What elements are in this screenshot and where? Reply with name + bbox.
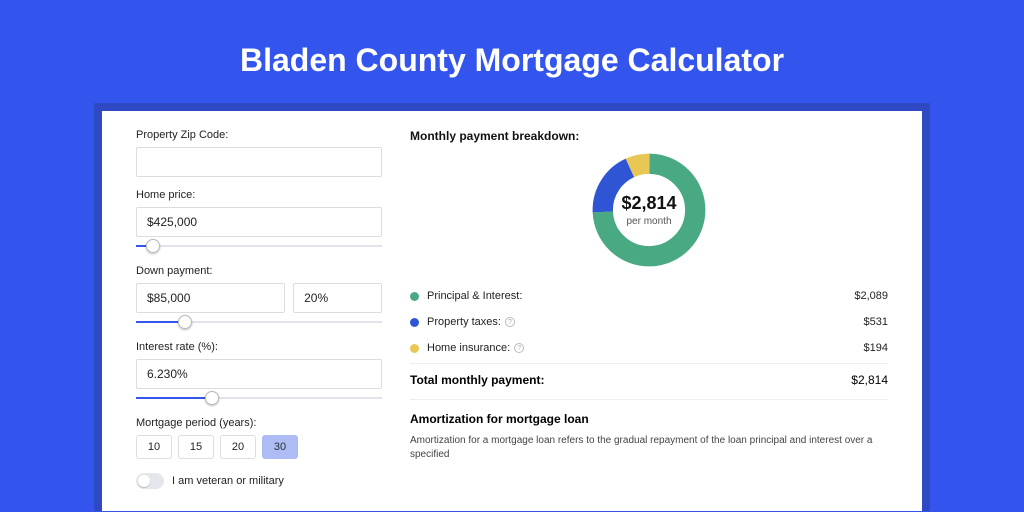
legend-dot-icon <box>410 318 419 327</box>
legend-label-text: Home insurance: <box>427 342 510 354</box>
interest-slider[interactable] <box>136 391 382 405</box>
veteran-label: I am veteran or military <box>172 475 284 487</box>
calculator-card: Property Zip Code: Home price: Down paym… <box>102 111 922 511</box>
form-panel: Property Zip Code: Home price: Down paym… <box>136 129 382 511</box>
down-payment-amount-input[interactable] <box>136 283 285 313</box>
period-option-15[interactable]: 15 <box>178 435 214 459</box>
breakdown-title: Monthly payment breakdown: <box>410 129 888 143</box>
donut-amount: $2,814 <box>621 193 676 214</box>
period-group: Mortgage period (years): 10152030 <box>136 417 382 459</box>
amortization-title: Amortization for mortgage loan <box>410 412 888 426</box>
down-payment-slider[interactable] <box>136 315 382 329</box>
interest-label: Interest rate (%): <box>136 341 382 353</box>
legend-label: Property taxes:? <box>427 316 864 328</box>
legend-list: Principal & Interest: $2,089 Property taxe… <box>410 283 888 361</box>
veteran-row: I am veteran or military <box>136 473 382 489</box>
page-title: Bladen County Mortgage Calculator <box>0 0 1024 103</box>
legend-row: Home insurance:?$194 <box>410 335 888 361</box>
total-value: $2,814 <box>851 373 888 387</box>
home-price-label: Home price: <box>136 189 382 201</box>
period-options: 10152030 <box>136 435 382 459</box>
legend-row: Property taxes:?$531 <box>410 309 888 335</box>
period-option-10[interactable]: 10 <box>136 435 172 459</box>
breakdown-panel: Monthly payment breakdown: $2,814 per mo… <box>410 129 888 511</box>
total-label: Total monthly payment: <box>410 373 851 387</box>
home-price-input[interactable] <box>136 207 382 237</box>
legend-dot-icon <box>410 292 419 301</box>
legend-label: Home insurance:? <box>427 342 864 354</box>
interest-group: Interest rate (%): <box>136 341 382 405</box>
legend-value: $2,089 <box>854 290 888 302</box>
legend-dot-icon <box>410 344 419 353</box>
home-price-group: Home price: <box>136 189 382 253</box>
total-row: Total monthly payment: $2,814 <box>410 363 888 387</box>
down-payment-group: Down payment: <box>136 265 382 329</box>
zip-group: Property Zip Code: <box>136 129 382 177</box>
legend-label-text: Property taxes: <box>427 316 501 328</box>
legend-value: $194 <box>864 342 888 354</box>
zip-input[interactable] <box>136 147 382 177</box>
interest-input[interactable] <box>136 359 382 389</box>
legend-label: Principal & Interest: <box>427 290 854 302</box>
amortization-section: Amortization for mortgage loan Amortizat… <box>410 399 888 462</box>
period-option-30[interactable]: 30 <box>262 435 298 459</box>
legend-label-text: Principal & Interest: <box>427 290 522 302</box>
info-icon[interactable]: ? <box>505 317 515 327</box>
period-label: Mortgage period (years): <box>136 417 382 429</box>
outer-band: Property Zip Code: Home price: Down paym… <box>94 103 930 511</box>
donut-chart: $2,814 per month <box>410 149 888 271</box>
home-price-slider[interactable] <box>136 239 382 253</box>
legend-value: $531 <box>864 316 888 328</box>
down-payment-label: Down payment: <box>136 265 382 277</box>
donut-center: $2,814 per month <box>621 193 676 227</box>
info-icon[interactable]: ? <box>514 343 524 353</box>
veteran-toggle[interactable] <box>136 473 164 489</box>
period-option-20[interactable]: 20 <box>220 435 256 459</box>
down-payment-pct-input[interactable] <box>293 283 382 313</box>
zip-label: Property Zip Code: <box>136 129 382 141</box>
amortization-body: Amortization for a mortgage loan refers … <box>410 434 888 462</box>
donut-sub: per month <box>621 216 676 227</box>
legend-row: Principal & Interest: $2,089 <box>410 283 888 309</box>
